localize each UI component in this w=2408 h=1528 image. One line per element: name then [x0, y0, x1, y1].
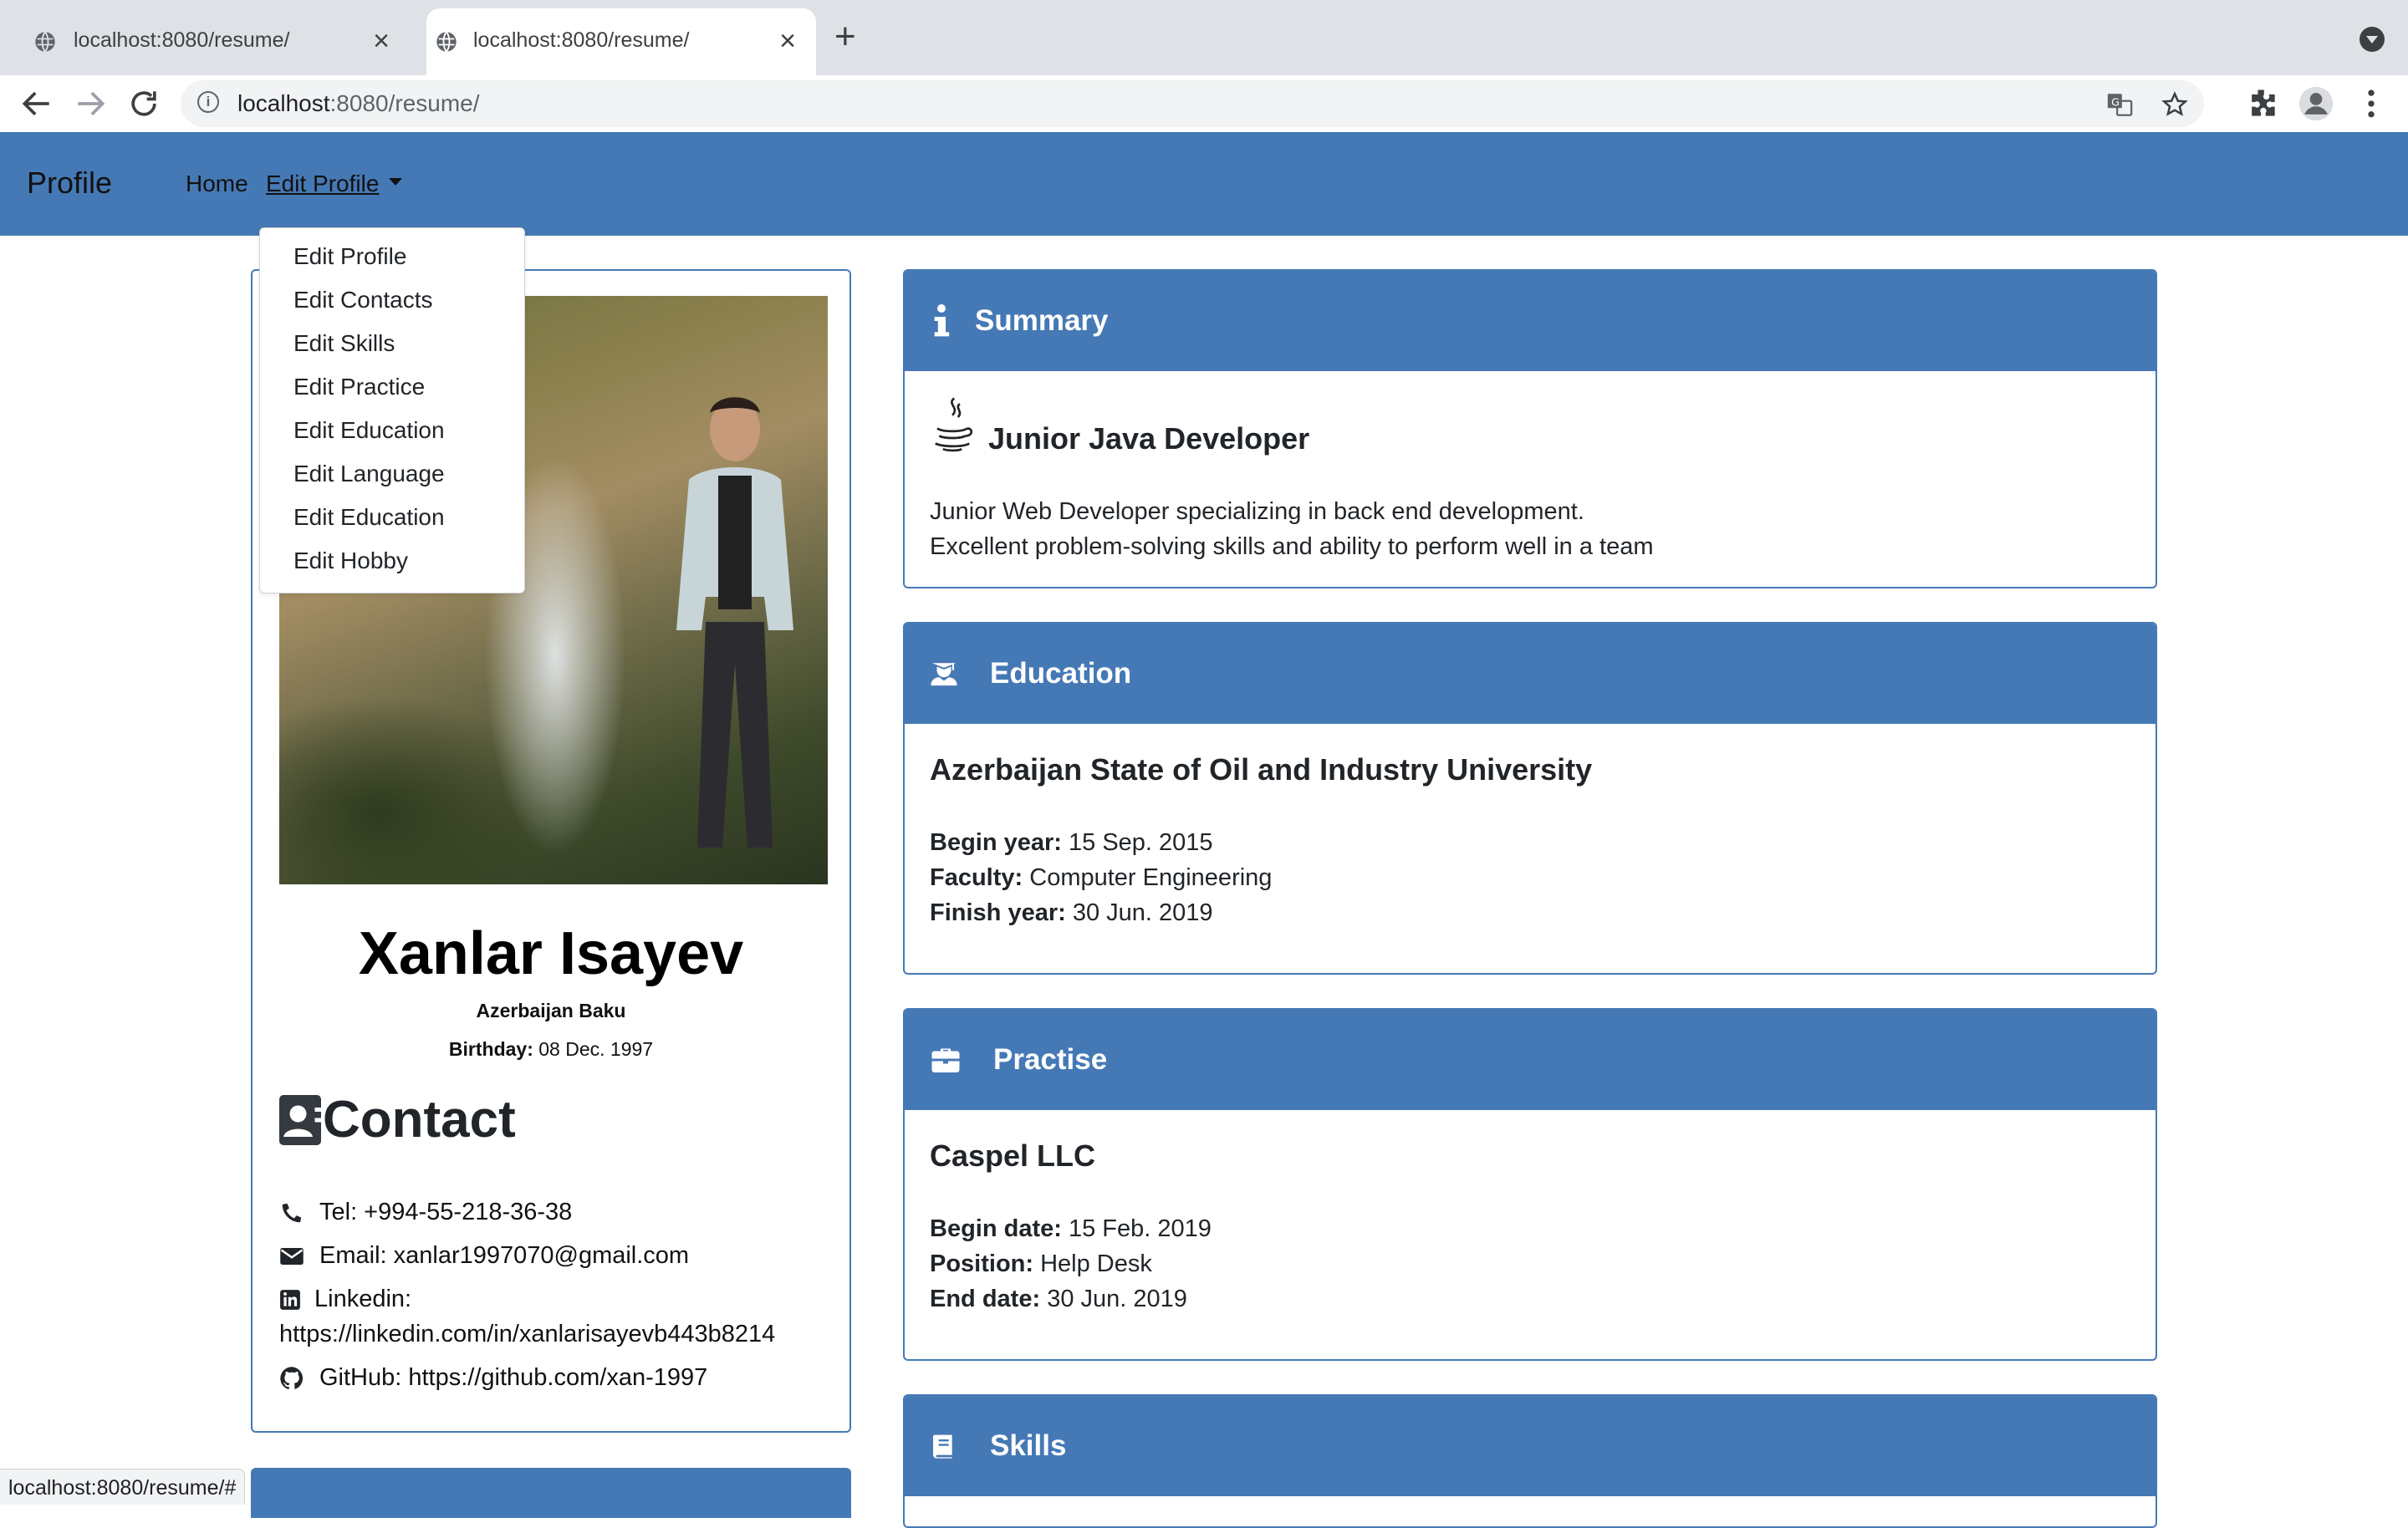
extensions-puzzle-icon[interactable]: [2244, 85, 2281, 122]
tab-title: localhost:8080/resume/: [74, 28, 290, 52]
globe-icon: [35, 31, 55, 53]
skills-title: Skills: [990, 1429, 1067, 1462]
next-card-header-partial: [251, 1468, 851, 1518]
dropdown-item-edit-education-2[interactable]: Edit Education: [293, 504, 445, 531]
summary-title: Summary: [975, 304, 1109, 337]
browser-toolbar: i localhost:8080/resume/ G: [0, 75, 2408, 133]
education-faculty: Faculty: Computer Engineering: [930, 864, 1273, 891]
site-navbar: Profile Home Edit Profile: [0, 132, 2408, 236]
summary-role: Junior Java Developer: [988, 421, 1310, 456]
dropdown-item-edit-contacts[interactable]: Edit Contacts: [293, 287, 433, 313]
github-icon: [280, 1366, 304, 1389]
practise-begin-date: Begin date: 15 Feb. 2019: [930, 1215, 1212, 1242]
summary-card: Summary Junior Java Developer Junior Web…: [903, 269, 2157, 588]
site-info-icon[interactable]: i: [197, 91, 219, 113]
education-school: Azerbaijan State of Oil and Industry Uni…: [930, 752, 1593, 787]
kebab-menu-icon[interactable]: [2353, 85, 2390, 122]
info-icon: [934, 304, 950, 337]
summary-line-2: Excellent problem-solving skills and abi…: [930, 533, 1654, 560]
profile-birthday: Birthday: 08 Dec. 1997: [448, 1038, 654, 1060]
education-title: Education: [990, 657, 1132, 690]
practise-company: Caspel LLC: [930, 1138, 1096, 1173]
contact-github: GitHub: https://github.com/xan-1997: [279, 1364, 707, 1392]
tab-title: localhost:8080/resume/: [473, 28, 690, 52]
education-begin-year: Begin year: 15 Sep. 2015: [930, 829, 1213, 856]
linkedin-icon: [280, 1289, 300, 1310]
nav-home-link[interactable]: Home: [186, 171, 248, 197]
nav-edit-profile-dropdown[interactable]: Edit Profile: [266, 171, 403, 197]
browser-tab-1[interactable]: localhost:8080/resume/ ×: [0, 8, 410, 75]
practise-position: Position: Help Desk: [930, 1250, 1152, 1277]
browser-status-bar: localhost:8080/resume/#: [0, 1469, 246, 1505]
new-tab-plus-icon[interactable]: +: [834, 18, 856, 55]
profile-location: Azerbaijan Baku: [476, 1000, 626, 1021]
dropdown-item-edit-profile[interactable]: Edit Profile: [293, 243, 406, 270]
practise-title: Practise: [993, 1043, 1108, 1076]
contact-linkedin: Linkedin:: [279, 1286, 411, 1313]
dropdown-item-edit-skills[interactable]: Edit Skills: [293, 330, 395, 357]
translate-icon[interactable]: G: [2105, 90, 2134, 119]
navbar-brand[interactable]: Profile: [27, 166, 112, 201]
close-tab-icon[interactable]: ×: [373, 25, 390, 58]
tab-search-chevron-icon[interactable]: [2360, 27, 2385, 52]
contact-title: Contact: [323, 1091, 516, 1149]
briefcase-icon: [931, 1048, 960, 1072]
profile-name: Xanlar Isayev: [358, 920, 744, 987]
globe-icon: [436, 31, 457, 53]
education-header: Education: [905, 624, 2155, 724]
reload-icon[interactable]: [125, 85, 162, 122]
contact-email: Email: xanlar1997070@gmail.com: [279, 1242, 689, 1270]
skills-header: Skills: [905, 1396, 2155, 1496]
graduate-icon: [931, 663, 957, 686]
address-url: localhost:8080/resume/: [237, 90, 480, 116]
close-tab-icon[interactable]: ×: [779, 25, 796, 58]
summary-line-1: Junior Web Developer specializing in bac…: [930, 498, 1584, 525]
forward-arrow-icon[interactable]: [72, 85, 109, 122]
summary-header: Summary: [905, 271, 2155, 371]
back-arrow-icon[interactable]: [18, 85, 55, 122]
address-bar[interactable]: i localhost:8080/resume/ G: [181, 80, 2204, 127]
person-figure-image: [676, 397, 793, 848]
practise-card: Practise Caspel LLC Begin date: 15 Feb. …: [903, 1008, 2157, 1361]
contact-tel: Tel: +994-55-218-36-38: [279, 1199, 572, 1226]
contact-heading: Contact: [279, 1090, 516, 1149]
caret-down-icon: [389, 178, 403, 186]
contact-linkedin-url[interactable]: https://linkedin.com/in/xanlarisayevb443…: [279, 1321, 775, 1348]
dropdown-item-edit-practice[interactable]: Edit Practice: [293, 374, 425, 400]
practise-header: Practise: [905, 1010, 2155, 1110]
browser-tab-2-active[interactable]: localhost:8080/resume/ ×: [426, 8, 816, 75]
envelope-icon: [280, 1247, 304, 1265]
dropdown-item-edit-hobby[interactable]: Edit Hobby: [293, 548, 408, 574]
svg-text:G: G: [2111, 96, 2120, 109]
skills-card: Skills: [903, 1394, 2157, 1528]
education-finish-year: Finish year: 30 Jun. 2019: [930, 899, 1213, 926]
practise-end-date: End date: 30 Jun. 2019: [930, 1286, 1187, 1312]
book-icon: [932, 1434, 952, 1459]
bookmark-star-icon[interactable]: [2161, 90, 2189, 119]
browser-tab-bar: localhost:8080/resume/ × localhost:8080/…: [0, 0, 2408, 75]
phone-icon: [282, 1203, 302, 1222]
education-card: Education Azerbaijan State of Oil and In…: [903, 622, 2157, 975]
java-coffee-icon: [935, 397, 973, 452]
dropdown-item-edit-language[interactable]: Edit Language: [293, 461, 445, 487]
edit-profile-dropdown-menu: Edit Profile Edit Contacts Edit Skills E…: [259, 227, 525, 593]
profile-avatar-icon[interactable]: [2298, 85, 2334, 122]
address-card-icon: [279, 1094, 321, 1145]
dropdown-item-edit-education[interactable]: Edit Education: [293, 417, 445, 444]
